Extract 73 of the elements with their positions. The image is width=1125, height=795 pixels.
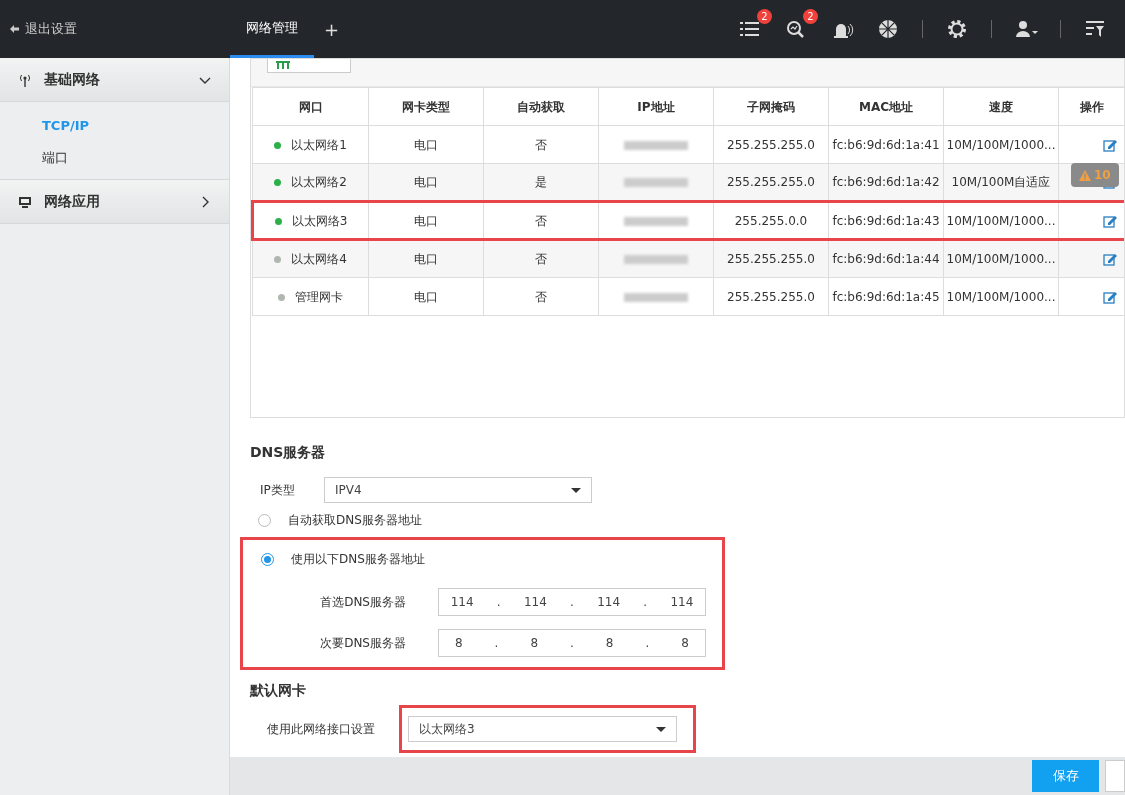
sidebar-item[interactable]: 端口 (42, 147, 229, 167)
port-name: 以太网络1 (291, 137, 347, 152)
column-header: MAC地址 (828, 87, 944, 126)
table-cell: 电口 (368, 163, 484, 202)
add-tab-button[interactable]: + (314, 15, 350, 43)
port-name: 以太网络4 (291, 252, 347, 266)
table-cell: 10M/100M/1000... (943, 277, 1059, 316)
settings-icon[interactable] (945, 17, 969, 41)
count-badge: 2 (757, 9, 772, 24)
port-name: 管理网卡 (295, 289, 343, 304)
table-cell: 255.255.255.0 (713, 239, 829, 278)
aperture-icon[interactable] (876, 17, 900, 41)
table-cell: 255.255.255.0 (713, 277, 829, 316)
count-badge: 2 (803, 9, 818, 24)
table-cell: 10M/100M/1000... (943, 239, 1059, 278)
field-label: 次要DNS服务器 (319, 635, 406, 652)
column-header: 网口 (252, 87, 369, 126)
caret-icon (656, 726, 666, 732)
port-name: 以太网络3 (291, 213, 348, 228)
table-cell: 电口 (368, 239, 484, 278)
field-label: 使用此网络接口设置 (266, 721, 375, 738)
radio-button[interactable] (258, 513, 271, 527)
edit-icon[interactable] (1103, 213, 1118, 229)
back-arrow-icon (10, 25, 19, 33)
network-icon (276, 61, 290, 69)
ip-address-field[interactable]: 114 . 114 . 114 . 114 (438, 588, 706, 616)
redacted-value (624, 255, 688, 264)
table-cell: fc:b6:9d:6d:1a:45 (828, 277, 944, 316)
radio-label: 使用以下DNS服务器地址 (291, 551, 425, 568)
antenna-icon (18, 72, 32, 87)
back-button[interactable]: 退出设置 (0, 18, 230, 40)
redacted-value (624, 178, 688, 187)
interface-select[interactable]: 以太网络3 (408, 716, 677, 742)
warning-toast: 10 (1071, 163, 1119, 187)
column-header: 速度 (943, 87, 1059, 126)
ip-type-select[interactable]: IPV4 (324, 477, 592, 503)
table-cell: 否 (483, 239, 599, 278)
table-cell: 是 (483, 163, 599, 202)
edit-icon[interactable] (1103, 137, 1118, 153)
section-title: 默认网卡 (250, 681, 307, 700)
table-cell: fc:b6:9d:6d:1a:44 (828, 239, 944, 278)
sidebar-group[interactable]: 网络应用 (0, 180, 229, 224)
table-cell: fc:b6:9d:6d:1a:41 (828, 125, 944, 164)
edit-icon[interactable] (1103, 252, 1118, 267)
sidebar-group[interactable]: 基础网络 (0, 58, 229, 102)
table-cell: 否 (483, 125, 599, 164)
warning-icon (1079, 169, 1091, 181)
field-label: IP类型 (260, 482, 296, 499)
column-header: IP地址 (598, 87, 714, 126)
port-name: 以太网络2 (291, 175, 347, 189)
radio-label: 自动获取DNS服务器地址 (288, 512, 422, 529)
table-cell: 10M/100M/1000... (943, 125, 1059, 164)
caret-icon (571, 487, 581, 493)
redacted-value (624, 216, 688, 226)
column-header: 操作 (1058, 87, 1124, 126)
redacted-value (624, 292, 688, 302)
table-cell: 255.255.255.0 (713, 163, 829, 202)
table-cell: 电口 (368, 125, 484, 164)
table-cell: 电口 (368, 277, 484, 316)
table-cell: 否 (483, 277, 599, 316)
ip-address-field[interactable]: 8 . 8 . 8 . 8 (438, 629, 706, 657)
field-label: 首选DNS服务器 (319, 594, 406, 611)
radio-button[interactable] (261, 552, 274, 566)
column-header: 子网掩码 (713, 87, 829, 126)
table-cell: fc:b6:9d:6d:1a:42 (828, 163, 944, 202)
edit-icon[interactable] (1103, 289, 1118, 305)
section-title: DNS服务器 (250, 443, 327, 462)
column-header: 网卡类型 (368, 87, 484, 126)
column-header: 自动获取 (483, 87, 599, 126)
redacted-value (624, 140, 688, 150)
monitor-icon (18, 194, 32, 209)
table-cell: 255.255.255.0 (713, 125, 829, 164)
table-cell: 10M/100M自适应 (943, 163, 1059, 202)
